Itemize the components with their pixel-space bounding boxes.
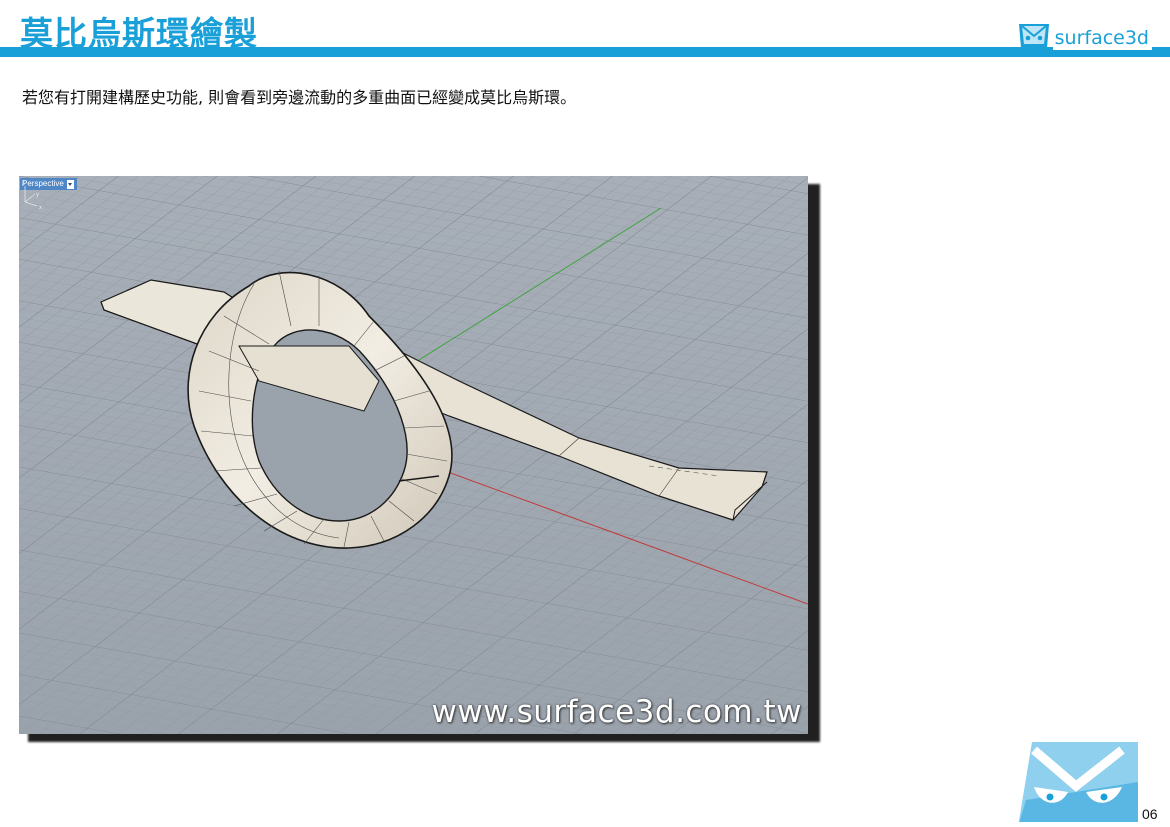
- dropdown-arrow-icon[interactable]: [66, 179, 74, 189]
- axis-z-label: z: [22, 181, 25, 187]
- header-bar: [0, 47, 1170, 57]
- axis-y-label: y: [36, 192, 39, 198]
- page-number: 06: [1142, 806, 1158, 822]
- brand-logo: surface3d: [1017, 18, 1152, 50]
- viewport-scene: [19, 176, 808, 734]
- brand-name: surface3d: [1052, 27, 1152, 50]
- description-paragraph: 若您有打開建構歷史功能, 則會看到旁邊流動的多重曲面已經變成莫比烏斯環。: [22, 88, 577, 107]
- perspective-viewport[interactable]: Perspective z y x www.surface3d.com.tw: [19, 176, 808, 734]
- watermark: www.surface3d.com.tw: [431, 694, 802, 730]
- surface3d-logo-icon: [1018, 24, 1049, 48]
- axis-gizmo-icon: z y x: [22, 181, 42, 210]
- surface3d-mascot-logo: [1018, 742, 1140, 827]
- axis-x-label: x: [39, 205, 42, 210]
